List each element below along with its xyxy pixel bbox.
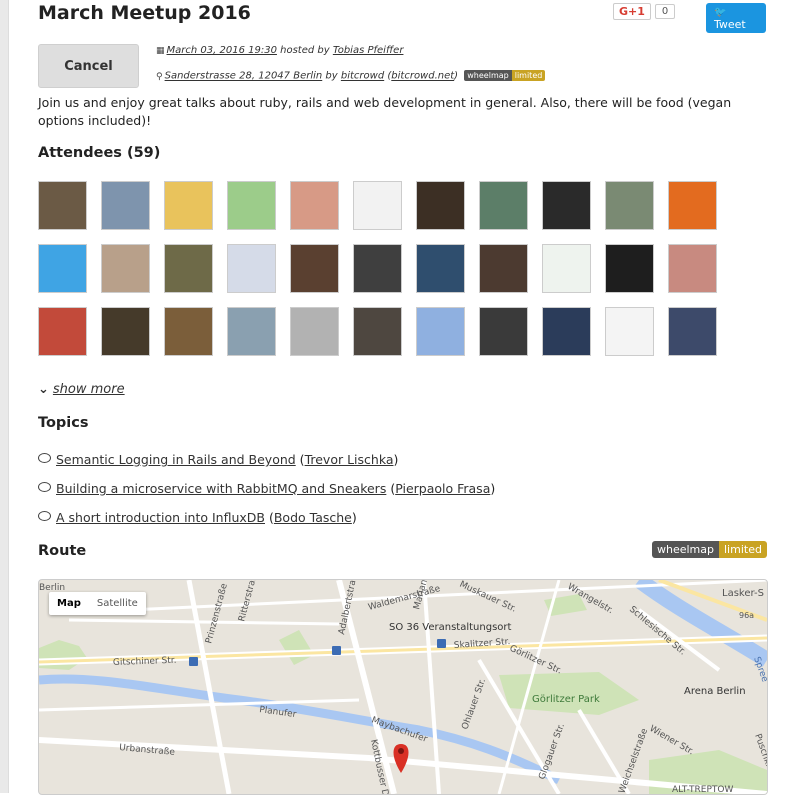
attendee-avatar[interactable] — [668, 244, 717, 293]
attendee-avatar[interactable] — [605, 181, 654, 230]
attendee-avatar[interactable] — [164, 181, 213, 230]
organizer-link[interactable]: bitcrowd — [341, 71, 384, 82]
attendee-avatar-grid — [38, 181, 738, 356]
attendee-avatar[interactable] — [38, 244, 87, 293]
attendee-avatar[interactable] — [38, 181, 87, 230]
cancel-button[interactable]: Cancel — [38, 44, 139, 88]
attendee-avatar[interactable] — [290, 307, 339, 356]
wheelmap-badge[interactable]: wheelmap limited — [652, 541, 767, 558]
topic-speaker-link[interactable]: Pierpaolo Frasa — [395, 481, 490, 496]
map-label: Wiener Str. — [648, 724, 696, 757]
by-text: by — [325, 70, 338, 82]
map-label: Lasker-S — [722, 588, 764, 599]
tweet-label: Tweet — [714, 18, 746, 31]
attendee-avatar[interactable] — [668, 307, 717, 356]
attendee-avatar[interactable] — [668, 181, 717, 230]
event-description: Join us and enjoy great talks about ruby… — [38, 95, 732, 128]
map-label: SO 36 Veranstaltungsort — [389, 622, 512, 633]
attendee-avatar[interactable] — [416, 244, 465, 293]
attendee-avatar[interactable] — [542, 307, 591, 356]
attendee-avatar[interactable] — [164, 307, 213, 356]
map-marker-icon: ⚲ — [156, 71, 163, 82]
map-tab-satellite[interactable]: Satellite — [89, 592, 146, 615]
location-pin-icon[interactable] — [393, 744, 409, 773]
attendee-avatar[interactable] — [227, 244, 276, 293]
attendee-avatar[interactable] — [353, 244, 402, 293]
gplus-button[interactable]: G+1 — [613, 3, 651, 20]
map-label: Arena Berlin — [684, 686, 746, 697]
chevron-down-icon: ⌄ — [38, 382, 49, 397]
attendee-avatar[interactable] — [605, 244, 654, 293]
comment-bubble-icon — [38, 511, 51, 521]
attendee-avatar[interactable] — [227, 181, 276, 230]
left-edge — [0, 0, 9, 793]
page-title: March Meetup 2016 — [38, 2, 251, 24]
attendee-avatar[interactable] — [353, 307, 402, 356]
map-label: Ohlauer Str. — [460, 677, 488, 731]
attendee-avatar[interactable] — [605, 307, 654, 356]
attendee-avatar[interactable] — [164, 244, 213, 293]
attendee-avatar[interactable] — [290, 181, 339, 230]
gplus-count: 0 — [654, 4, 676, 19]
map-label: Görlitzer Park — [532, 694, 600, 705]
attendee-avatar[interactable] — [353, 181, 402, 230]
attendees-heading: Attendees (59) — [38, 145, 161, 161]
event-location-line: ⚲ Sanderstrasse 28, 12047 Berlin by bitcr… — [156, 70, 546, 82]
wheelmap-badge-small[interactable]: wheelmap limited — [464, 70, 546, 81]
attendee-avatar[interactable] — [38, 307, 87, 356]
attendee-avatar[interactable] — [101, 181, 150, 230]
map-label: Prinzenstraße — [204, 582, 230, 645]
map-canvas[interactable]: Berlin Ritterstraße Prinzenstraße Adalbe… — [39, 580, 767, 794]
tweet-button[interactable]: 🐦Tweet — [706, 3, 766, 33]
route-map[interactable]: Berlin Ritterstraße Prinzenstraße Adalbe… — [38, 579, 768, 795]
map-tab-map[interactable]: Map — [49, 592, 89, 615]
topic-title-link[interactable]: Semantic Logging in Rails and Beyond — [56, 452, 296, 467]
map-label: Ritterstraße — [237, 580, 261, 623]
address-link[interactable]: Sanderstrasse 28, 12047 Berlin — [165, 71, 323, 82]
calendar-icon: ▦ — [156, 46, 165, 56]
map-label: Muskauer Str. — [458, 580, 518, 615]
attendee-avatar[interactable] — [416, 181, 465, 230]
topic-item: Semantic Logging in Rails and Beyond (Tr… — [38, 452, 398, 467]
topic-item: A short introduction into InfluxDB (Bodo… — [38, 510, 357, 525]
attendee-avatar[interactable] — [101, 307, 150, 356]
organizer-url-link[interactable]: bitcrowd.net — [391, 71, 454, 82]
hosted-by-text: hosted by — [280, 45, 330, 56]
attendee-avatar[interactable] — [290, 244, 339, 293]
attendee-avatar[interactable] — [542, 181, 591, 230]
attendee-avatar[interactable] — [101, 244, 150, 293]
event-date-line: ▦ March 03, 2016 19:30 hosted by Tobias P… — [156, 45, 403, 56]
comment-bubble-icon — [38, 482, 51, 492]
attendee-avatar[interactable] — [479, 181, 528, 230]
twitter-bird-icon: 🐦 — [714, 7, 727, 18]
topic-title-link[interactable]: A short introduction into InfluxDB — [56, 510, 265, 525]
topic-item: Building a microservice with RabbitMQ an… — [38, 481, 495, 496]
map-label: Gitschiner Str. — [113, 656, 177, 668]
map-type-control: Map Satellite — [49, 592, 146, 615]
attendee-avatar[interactable] — [227, 307, 276, 356]
topic-speaker-link[interactable]: Bodo Tasche — [274, 510, 352, 525]
attendee-avatar[interactable] — [416, 307, 465, 356]
event-date-link[interactable]: March 03, 2016 19:30 — [167, 45, 277, 56]
topic-title-link[interactable]: Building a microservice with RabbitMQ an… — [56, 481, 386, 496]
attendee-avatar[interactable] — [479, 244, 528, 293]
show-more-link[interactable]: ⌄ show more — [38, 382, 125, 397]
host-link[interactable]: Tobias Pfeiffer — [333, 45, 404, 56]
route-heading: Route — [38, 543, 87, 559]
map-label: 96a — [739, 611, 754, 620]
comment-bubble-icon — [38, 453, 51, 463]
attendee-avatar[interactable] — [479, 307, 528, 356]
topics-heading: Topics — [38, 415, 89, 431]
gplus-widget[interactable]: G+1 0 — [613, 3, 676, 20]
topic-speaker-link[interactable]: Trevor Lischka — [305, 452, 394, 467]
attendee-avatar[interactable] — [542, 244, 591, 293]
